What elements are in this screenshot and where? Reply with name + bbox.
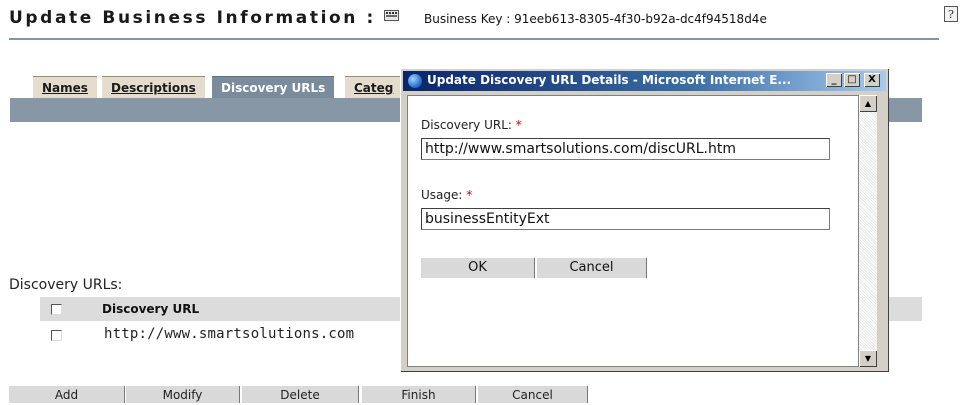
usage-input[interactable]: businessEntityExt	[421, 208, 830, 230]
modify-button[interactable]: Modify	[126, 386, 240, 403]
discovery-urls-label: Discovery URLs:	[9, 277, 123, 293]
required-marker: *	[466, 188, 473, 202]
maximize-button[interactable]: □	[844, 73, 860, 87]
ok-button[interactable]: OK	[421, 258, 535, 278]
usage-label-text: Usage:	[421, 188, 463, 202]
tab-descriptions[interactable]: Descriptions	[102, 76, 205, 99]
required-marker: *	[515, 118, 522, 132]
close-button[interactable]: X	[864, 73, 880, 87]
dialog-titlebar[interactable]: Update Discovery URL Details - Microsoft…	[403, 71, 886, 91]
scroll-down-icon[interactable]: ▼	[859, 350, 877, 367]
finish-button[interactable]: Finish	[362, 386, 476, 403]
discovery-url-input[interactable]: http://www.smartsolutions.com/discURL.ht…	[421, 138, 830, 160]
dialog-title: Update Discovery URL Details - Microsoft…	[427, 73, 792, 87]
dialog-content: Discovery URL: * http://www.smartsolutio…	[407, 95, 859, 367]
usage-field-label: Usage: *	[421, 188, 472, 202]
scroll-up-icon[interactable]: ▲	[859, 95, 877, 112]
page-title: Update Business Information :	[9, 8, 376, 28]
tab-names[interactable]: Names	[33, 76, 97, 99]
tab-categories-label: Categ	[354, 81, 394, 95]
column-header-discovery-url: Discovery URL	[102, 302, 200, 316]
tab-discovery-urls-label: Discovery URLs	[221, 81, 326, 95]
row-checkbox[interactable]	[51, 330, 62, 341]
select-all-checkbox[interactable]	[51, 304, 62, 315]
dialog-cancel-button[interactable]: Cancel	[537, 258, 647, 278]
help-icon[interactable]: ?	[944, 6, 958, 22]
discovery-url-field-label: Discovery URL: *	[421, 118, 522, 132]
delete-button[interactable]: Delete	[242, 386, 359, 403]
vertical-scrollbar[interactable]: ▲ ▼	[859, 95, 877, 367]
business-key: Business Key : 91eeb613-8305-4f30-b92a-d…	[424, 12, 767, 26]
discovery-url-label-text: Discovery URL:	[421, 118, 512, 132]
discovery-url-row: http://www.smartsolutions.com	[104, 326, 355, 342]
internet-explorer-icon	[408, 74, 422, 88]
tab-names-label: Names	[42, 81, 88, 95]
add-button[interactable]: Add	[9, 386, 125, 403]
minimize-button[interactable]: _	[826, 73, 842, 87]
update-url-dialog: Update Discovery URL Details - Microsoft…	[400, 68, 889, 372]
tab-discovery-urls[interactable]: Discovery URLs	[212, 76, 335, 99]
cancel-button[interactable]: Cancel	[478, 386, 588, 403]
tab-descriptions-label: Descriptions	[111, 81, 196, 95]
business-key-icon	[384, 10, 399, 21]
title-divider	[9, 38, 939, 40]
